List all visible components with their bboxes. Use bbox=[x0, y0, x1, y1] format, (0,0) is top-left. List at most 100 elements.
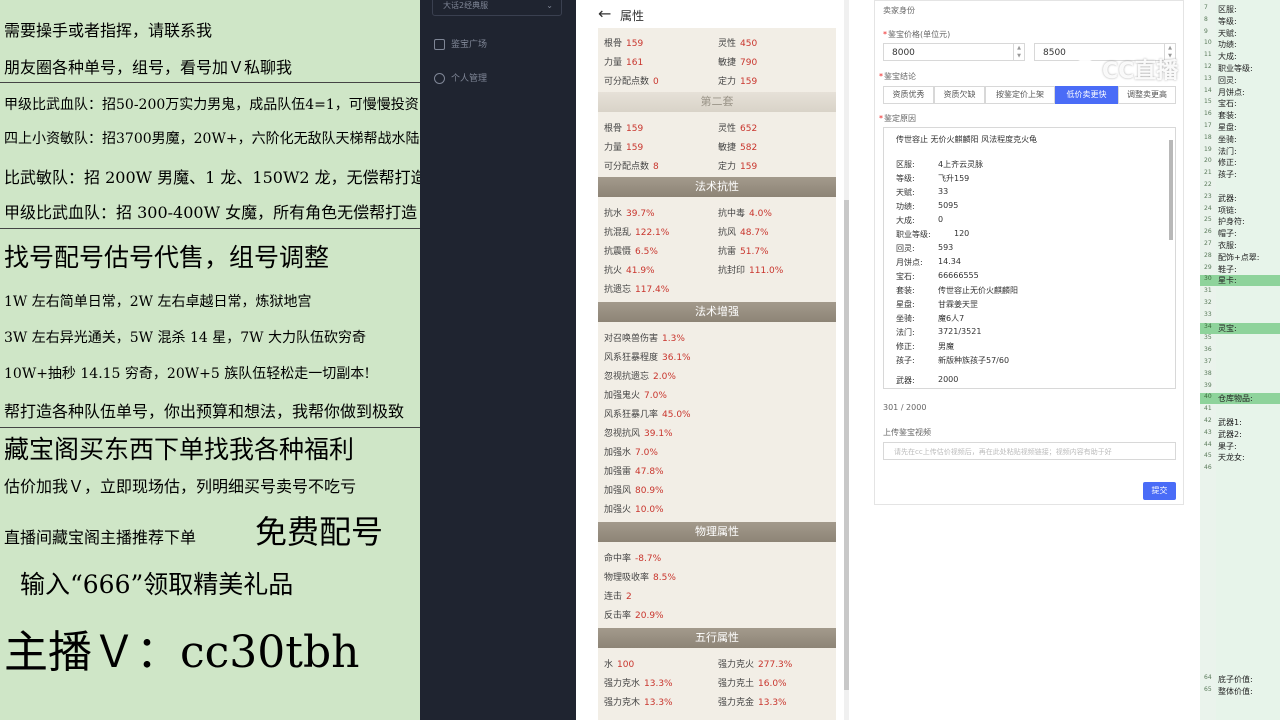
price-label: *鉴宝价格(单位元) bbox=[883, 30, 951, 39]
promo-line: 输入“666”领取精美礼品 bbox=[20, 570, 294, 599]
sheet-row[interactable]: 45 天龙女: bbox=[1200, 452, 1280, 463]
divider bbox=[0, 427, 420, 428]
sheet-row[interactable]: 17 星盘: bbox=[1200, 122, 1280, 133]
row-number: 26 bbox=[1204, 228, 1212, 236]
sheet-row[interactable]: 31 bbox=[1200, 287, 1280, 298]
row-number: 9 bbox=[1204, 27, 1208, 35]
nav-item-appraisal-square[interactable]: 鉴宝广场 bbox=[434, 37, 487, 50]
sheet-row[interactable]: 14 月饼点: bbox=[1200, 87, 1280, 98]
attr-row: 力量 159 bbox=[604, 143, 644, 153]
row-number: 7 bbox=[1204, 4, 1208, 11]
sheet-row[interactable]: 41 bbox=[1200, 405, 1280, 416]
sheet-row[interactable]: 38 bbox=[1200, 370, 1280, 381]
reason-textarea[interactable]: 传世容止 无价火麒麟阳 风法程度克火龟 区服: 4上齐云灵脉 等级: 飞升159 天… bbox=[883, 127, 1176, 389]
cell-text: 武器1: bbox=[1218, 418, 1242, 427]
tab-conclusion[interactable]: 调整卖更高 bbox=[1118, 86, 1176, 104]
row-number: 29 bbox=[1204, 263, 1212, 271]
stepper-icon[interactable]: ▲ ▼ bbox=[1013, 44, 1024, 60]
cell-text: 武器2: bbox=[1218, 429, 1242, 439]
sheet-row[interactable]: 27 衣服: bbox=[1200, 240, 1280, 251]
cell-text: 底子价值: bbox=[1218, 675, 1253, 684]
sheet-row[interactable]: 34 灵宝: bbox=[1200, 322, 1280, 334]
price-min-input[interactable]: 8000 ▲ ▼ bbox=[883, 43, 1025, 61]
detail-key: 宝石: bbox=[896, 272, 915, 281]
sheet-row[interactable]: 23 武器: bbox=[1200, 193, 1280, 204]
sheet-row[interactable]: 28 配饰+点翠: bbox=[1200, 252, 1280, 263]
server-select[interactable]: 大话2经典服 ⌄ bbox=[432, 0, 562, 16]
promo-line: 帮打造各种队伍单号，你出预算和想法，我帮你做到极致 bbox=[4, 402, 405, 421]
sheet-row[interactable]: 7 区服: bbox=[1200, 4, 1280, 15]
tab-conclusion-active[interactable]: 低价卖更快 bbox=[1055, 86, 1118, 104]
detail-value: 甘霖姜天罡 bbox=[938, 300, 978, 309]
row-number: 16 bbox=[1204, 110, 1212, 118]
sheet-row[interactable]: 65 整体价值: bbox=[1200, 686, 1280, 697]
sheet-row[interactable]: 8 等级: bbox=[1200, 16, 1280, 27]
sheet-row[interactable]: 24 项链: bbox=[1200, 205, 1280, 216]
textarea-scrollbar[interactable] bbox=[1168, 130, 1174, 386]
attr-row: 风系狂暴程度 36.1% bbox=[604, 353, 691, 363]
sheet-row[interactable]: 15 宝石: bbox=[1200, 98, 1280, 109]
sheet-row[interactable]: 64 底子价值: bbox=[1200, 674, 1280, 685]
video-link-input[interactable]: 请先在cc上传估价视频后，再在此处粘贴视频链接；视频内容有助于好 bbox=[883, 442, 1176, 460]
detail-value: 66666555 bbox=[938, 271, 979, 280]
sheet-row[interactable]: 32 bbox=[1200, 299, 1280, 310]
row-number: 33 bbox=[1204, 310, 1212, 318]
sheet-row[interactable]: 22 bbox=[1200, 181, 1280, 192]
promo-line: 四上小资敏队：招3700男魔，20W+，六阶化无敌队天梯帮战水陆４等１ bbox=[4, 131, 420, 147]
promo-line: 3W 左右异光通关，5W 混杀 14 星，7W 大力队伍砍穷奇 bbox=[4, 330, 366, 346]
sheet-row[interactable]: 46 bbox=[1200, 464, 1280, 475]
back-arrow-icon[interactable]: ← bbox=[598, 4, 611, 23]
submit-button[interactable]: 提交 bbox=[1143, 482, 1176, 500]
promo-line: 10W+抽秒 14.15 穷奇，20W+5 族队伍轻松走一切副本! bbox=[4, 366, 370, 382]
sheet-row[interactable]: 18 坐骑: bbox=[1200, 134, 1280, 145]
sheet-row[interactable]: 10 功绩: bbox=[1200, 39, 1280, 50]
sheet-row[interactable]: 37 bbox=[1200, 358, 1280, 369]
tab-conclusion[interactable]: 资质欠缺 bbox=[934, 86, 985, 104]
nav-item-personal[interactable]: 个人管理 bbox=[434, 71, 487, 84]
sheet-row[interactable]: 19 法门: bbox=[1200, 146, 1280, 157]
cell-text: 星卡: bbox=[1218, 276, 1237, 286]
sheet-row[interactable]: 43 武器2: bbox=[1200, 429, 1280, 440]
sheet-row[interactable]: 35 bbox=[1200, 334, 1280, 345]
sheet-row[interactable]: 30 星卡: bbox=[1200, 275, 1280, 287]
cell-text: 天龙女: bbox=[1218, 453, 1245, 463]
sheet-row[interactable]: 9 天赋: bbox=[1200, 28, 1280, 39]
row-number: 32 bbox=[1204, 299, 1212, 306]
attr-row: 抗风 48.7% bbox=[718, 228, 769, 238]
row-number: 21 bbox=[1204, 169, 1212, 177]
row-number: 46 bbox=[1204, 464, 1212, 472]
grid-icon bbox=[434, 39, 445, 50]
sheet-row[interactable]: 26 帽子: bbox=[1200, 228, 1280, 239]
sheet-row[interactable]: 39 bbox=[1200, 382, 1280, 393]
sheet-row[interactable]: 20 修正: bbox=[1200, 157, 1280, 168]
sheet-row[interactable]: 33 bbox=[1200, 311, 1280, 322]
sheet-row[interactable]: 29 鞋子: bbox=[1200, 264, 1280, 275]
chevron-down-icon: ⌄ bbox=[546, 1, 553, 10]
sheet-row[interactable]: 44 果子: bbox=[1200, 441, 1280, 452]
attr-row: 忽视抗风 39.1% bbox=[604, 429, 673, 439]
scrollbar-thumb[interactable] bbox=[1169, 140, 1173, 240]
detail-value: 120 bbox=[954, 229, 970, 238]
detail-value: 男魔 bbox=[938, 342, 954, 351]
attr-row: 水 100 bbox=[604, 660, 635, 670]
cell-text: 法门: bbox=[1218, 146, 1237, 156]
row-number: 43 bbox=[1204, 428, 1212, 436]
sheet-row[interactable]: 21 孩子: bbox=[1200, 169, 1280, 180]
detail-value: 0 bbox=[938, 215, 944, 224]
sheet-row[interactable]: 25 护身符: bbox=[1200, 216, 1280, 227]
tab-conclusion[interactable]: 资质优秀 bbox=[883, 86, 934, 104]
row-number: 45 bbox=[1204, 452, 1212, 460]
cell-text: 整体价值: bbox=[1218, 687, 1253, 696]
attr-row: 根骨 159 bbox=[604, 124, 644, 134]
row-number: 15 bbox=[1204, 98, 1212, 106]
sheet-row[interactable]: 40 仓库物品: bbox=[1200, 393, 1280, 405]
row-number: 24 bbox=[1204, 204, 1212, 212]
sheet-row[interactable]: 42 武器1: bbox=[1200, 417, 1280, 428]
attribute-scrollbar[interactable] bbox=[844, 0, 849, 720]
tab-conclusion[interactable]: 按鉴定价上架 bbox=[985, 86, 1055, 104]
sheet-row[interactable]: 16 套装: bbox=[1200, 110, 1280, 121]
scrollbar-thumb[interactable] bbox=[844, 200, 849, 690]
attr-row: 命中率 -8.7% bbox=[604, 554, 662, 564]
attr-row: 敏捷 582 bbox=[718, 143, 758, 153]
sheet-row[interactable]: 36 bbox=[1200, 346, 1280, 357]
